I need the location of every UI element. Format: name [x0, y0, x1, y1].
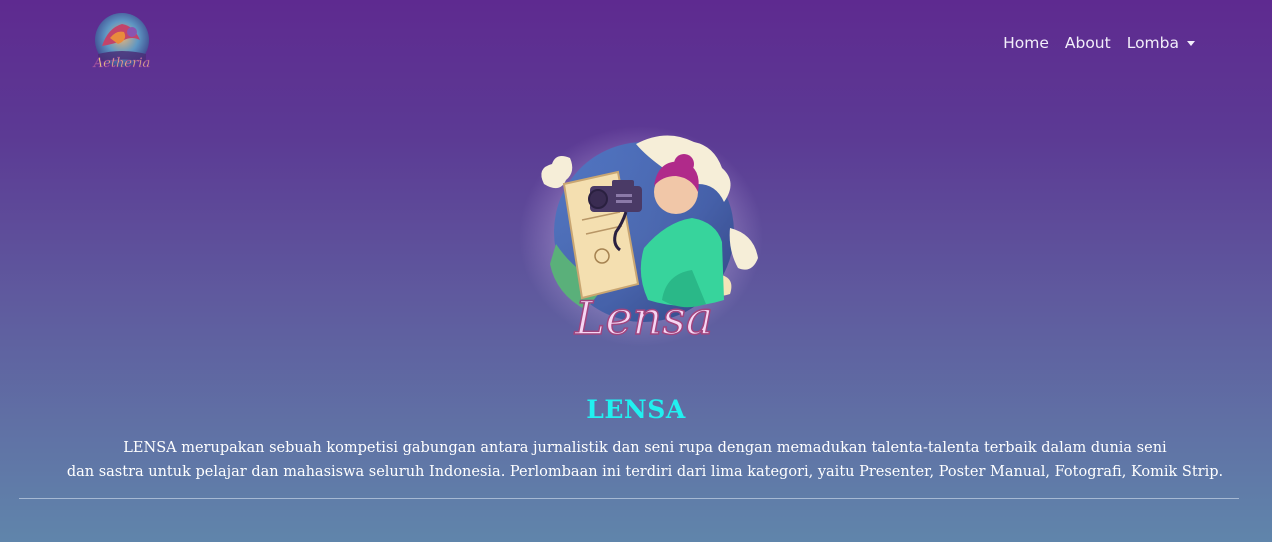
- description-line-2: dan sastra untuk pelajar dan mahasiswa s…: [66, 464, 1224, 480]
- aetheria-logo[interactable]: Aetheria: [88, 10, 156, 76]
- page-title: LENSA: [586, 395, 686, 424]
- lensa-image-text: Lensa: [574, 291, 713, 345]
- description: LENSA merupakan sebuah kompetisi gabunga…: [0, 436, 1272, 484]
- logo-text: Aetheria: [93, 56, 151, 71]
- nav-home-link[interactable]: Home: [1003, 32, 1049, 54]
- navbar: Aetheria Home About Lomba: [0, 0, 1272, 86]
- nav-links: Home About Lomba: [1003, 32, 1195, 54]
- lensa-illustration: Lensa: [519, 126, 763, 346]
- nav-home-label: Home: [1003, 34, 1049, 52]
- nav-lomba-dropdown[interactable]: Lomba: [1127, 32, 1195, 54]
- description-line-1: LENSA merupakan sebuah kompetisi gabunga…: [123, 440, 1167, 456]
- nav-about-link[interactable]: About: [1065, 32, 1111, 54]
- caret-down-icon: [1187, 41, 1195, 46]
- nav-about-label: About: [1064, 34, 1111, 52]
- divider: [19, 498, 1239, 499]
- nav-lomba-label: Lomba: [1126, 34, 1179, 52]
